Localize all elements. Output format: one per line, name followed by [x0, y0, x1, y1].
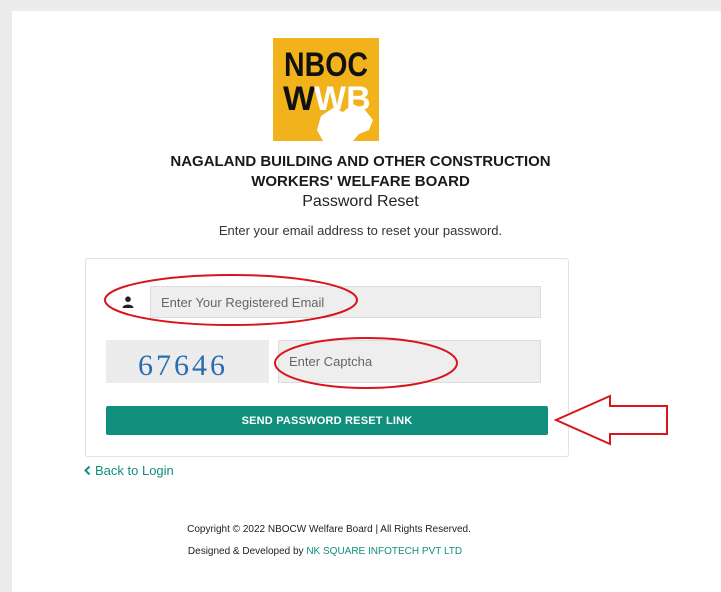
- captcha-input[interactable]: [278, 340, 541, 383]
- user-icon: [106, 286, 150, 318]
- nbocwwb-logo: NBOC W WB: [273, 38, 379, 141]
- email-input-group: [106, 286, 541, 318]
- chevron-left-icon: [84, 466, 91, 475]
- back-to-login-link[interactable]: Back to Login: [84, 463, 174, 478]
- captcha-text: 67646: [138, 349, 228, 382]
- instruction-text: Enter your email address to reset your p…: [218, 223, 503, 238]
- logo-line1: NBOC: [284, 46, 368, 84]
- page-subtitle: Password Reset: [302, 193, 419, 210]
- send-reset-link-button[interactable]: SEND PASSWORD RESET LINK: [106, 406, 548, 435]
- logo-line2-w: W: [283, 80, 316, 118]
- developer-credit: Designed & Developed by NK SQUARE INFOTE…: [0, 546, 650, 557]
- developer-link[interactable]: NK SQUARE INFOTECH PVT LTD: [306, 546, 462, 557]
- back-to-login-label: Back to Login: [95, 463, 174, 478]
- copyright-text: Copyright © 2022 NBOCW Welfare Board | A…: [187, 524, 471, 535]
- captcha-image: 67646: [106, 340, 269, 383]
- org-title-line1: NAGALAND BUILDING AND OTHER CONSTRUCTION: [170, 153, 551, 170]
- email-field[interactable]: [150, 286, 541, 318]
- developer-prefix: Designed & Developed by: [187, 546, 307, 557]
- logo-line2-wb: WB: [314, 80, 371, 118]
- org-title-line2: WORKERS' WELFARE BOARD: [251, 173, 470, 190]
